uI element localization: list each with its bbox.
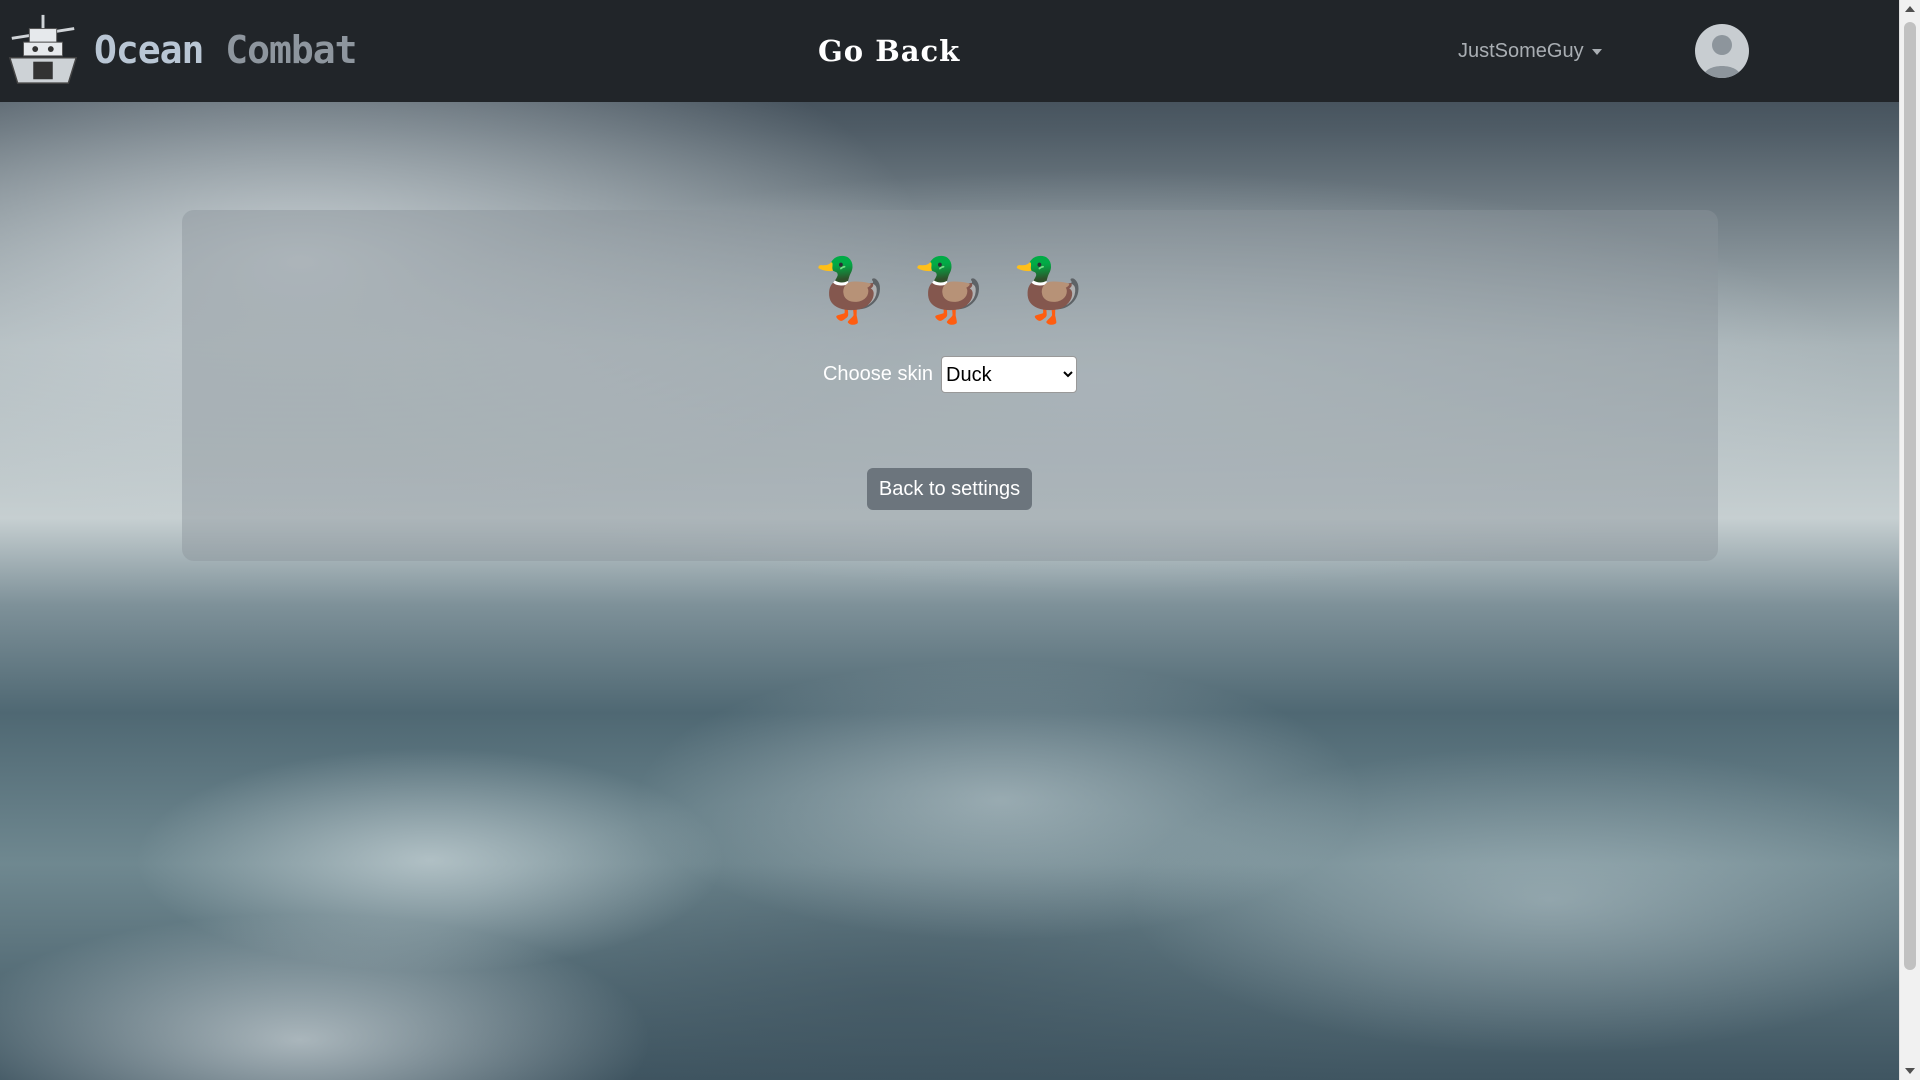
duck-preview-icon: 🦆 [1010,253,1088,326]
choose-skin-label: Choose skin [822,363,934,385]
caret-down-icon [1591,48,1602,55]
user-dropdown-toggle[interactable]: JustSomeGuy [1458,40,1602,63]
scrollbar-thumb[interactable] [1904,22,1916,970]
user-avatar-icon[interactable] [1695,24,1749,78]
duck-preview-icon: 🦆 [812,253,890,326]
person-silhouette-icon [1703,35,1741,78]
brand[interactable]: Ocean Combat [4,10,358,90]
skin-chooser-row: Choose skin Duck [182,356,1718,393]
scroll-down-arrow-icon[interactable] [1905,1068,1915,1074]
battleship-logo-icon [8,14,78,84]
vertical-scrollbar[interactable] [1899,0,1920,1080]
skin-preview: 🦆 🦆 🦆 [182,250,1718,330]
brand-word-combat: Combat [225,28,357,72]
duck-preview-icon: 🦆 [911,253,989,326]
username-label: JustSomeGuy [1458,40,1584,62]
go-back-link[interactable]: Go Back [818,34,960,68]
skin-selection-panel: 🦆 🦆 🦆 Choose skin Duck Back to settings [182,210,1718,561]
top-navbar: Ocean Combat Go Back JustSomeGuy [0,0,1900,102]
scroll-up-arrow-icon[interactable] [1905,6,1915,12]
brand-name: Ocean Combat [94,28,358,72]
back-to-settings-button[interactable]: Back to settings [867,468,1032,510]
skin-select[interactable]: Duck [941,356,1078,393]
brand-word-ocean: Ocean [94,28,204,72]
